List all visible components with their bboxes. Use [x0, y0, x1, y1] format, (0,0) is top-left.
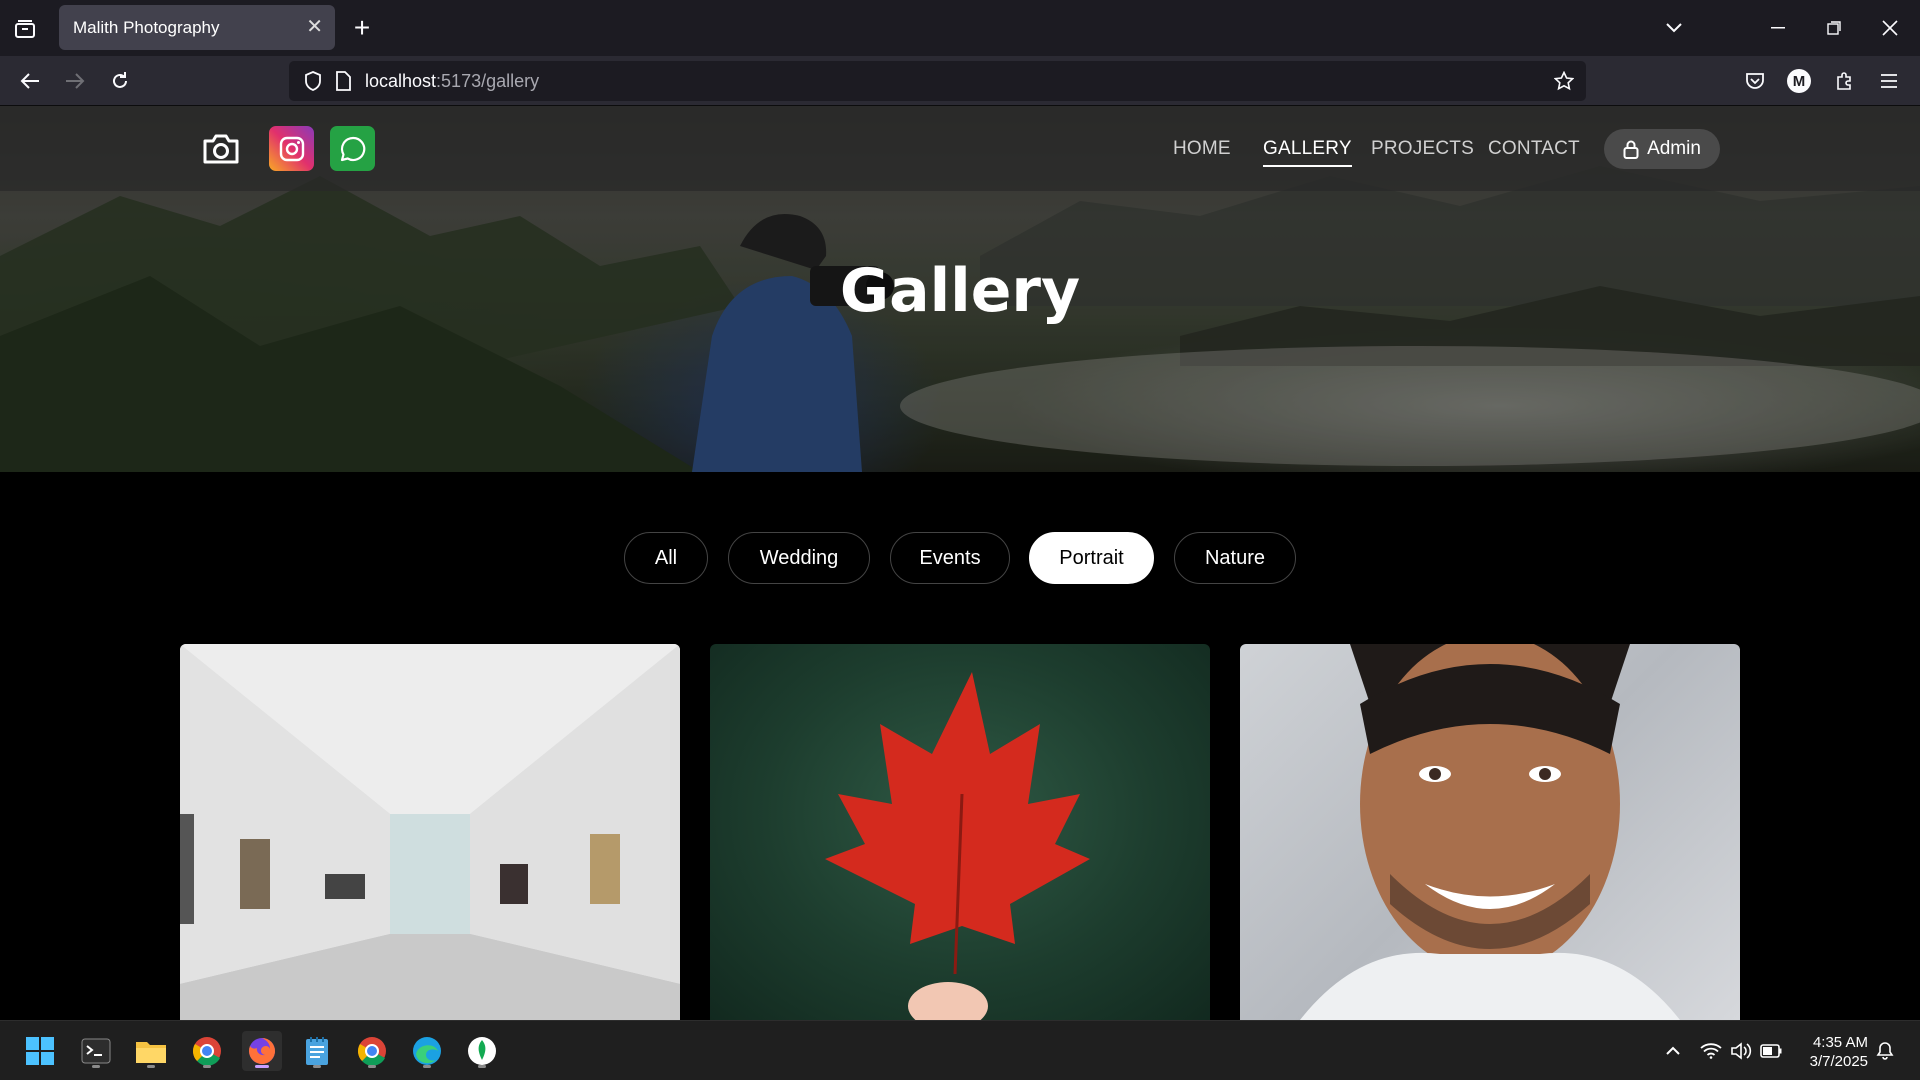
site-navbar: HOME GALLERY PROJECTS CONTACT Admin: [0, 106, 1920, 191]
close-tab-icon[interactable]: ✕: [306, 14, 323, 39]
nav-projects[interactable]: PROJECTS: [1371, 138, 1474, 160]
firefox-icon[interactable]: [242, 1031, 282, 1071]
nav-home[interactable]: HOME: [1173, 138, 1231, 160]
terminal-icon[interactable]: [76, 1031, 116, 1071]
menu-icon[interactable]: [1876, 68, 1902, 94]
new-tab-icon[interactable]: +: [348, 12, 376, 43]
gallery-image-maple-leaf[interactable]: [710, 644, 1210, 1020]
instagram-icon[interactable]: [269, 126, 314, 171]
whatsapp-icon[interactable]: [330, 126, 375, 171]
filter-nature[interactable]: Nature: [1174, 532, 1296, 584]
clock-date: 3/7/2025: [1809, 1053, 1868, 1070]
edge-icon[interactable]: [407, 1031, 447, 1071]
shield-icon[interactable]: [301, 69, 325, 93]
reload-icon[interactable]: [106, 67, 134, 95]
restore-icon[interactable]: [1820, 14, 1848, 42]
minimize-icon[interactable]: [1764, 14, 1792, 42]
pocket-icon[interactable]: [1742, 68, 1768, 94]
tray-overflow-icon[interactable]: [1656, 1031, 1690, 1071]
url-host: localhost: [365, 70, 437, 91]
hero-banner: Gallery HOME GALLERY PROJECTS CONTACT Ad…: [0, 106, 1920, 472]
chrome-icon[interactable]: [187, 1031, 227, 1071]
notifications-icon[interactable]: [1870, 1031, 1900, 1071]
web-page: Gallery HOME GALLERY PROJECTS CONTACT Ad…: [0, 106, 1920, 1020]
gallery-image-art-gallery[interactable]: [180, 644, 680, 1020]
profile-avatar[interactable]: M: [1787, 69, 1811, 93]
admin-label: Admin: [1647, 138, 1701, 159]
chrome-profile-icon[interactable]: [352, 1031, 392, 1071]
bookmark-star-icon[interactable]: [1552, 69, 1576, 93]
filter-all[interactable]: All: [624, 532, 708, 584]
gallery-image-portrait[interactable]: [1240, 644, 1740, 1020]
nav-contact[interactable]: CONTACT: [1488, 138, 1580, 160]
notepad-icon[interactable]: [297, 1031, 337, 1071]
filter-events[interactable]: Events: [890, 532, 1010, 584]
admin-button[interactable]: Admin: [1604, 129, 1720, 169]
tab-overview-icon[interactable]: [12, 16, 38, 42]
url-path: :5173/gallery: [436, 70, 540, 91]
camera-logo-icon[interactable]: [198, 126, 243, 171]
wifi-icon[interactable]: [1696, 1031, 1726, 1071]
browser-tab[interactable]: Malith Photography ✕: [59, 5, 335, 50]
hero-title: Gallery: [839, 256, 1081, 326]
system-clock[interactable]: 4:35 AM 3/7/2025: [1810, 1033, 1868, 1071]
browser-nav-bar: localhost:5173/gallery M: [0, 56, 1920, 106]
filter-portrait[interactable]: Portrait: [1029, 532, 1154, 584]
lock-icon: [1623, 140, 1639, 159]
battery-icon[interactable]: [1756, 1031, 1786, 1071]
windows-taskbar: 4:35 AM 3/7/2025: [0, 1020, 1920, 1080]
tab-title: Malith Photography: [73, 17, 220, 37]
maple-leaf-icon: [825, 672, 1090, 1020]
browser-tab-bar: Malith Photography ✕ +: [0, 0, 1920, 56]
portrait-illustration: [1300, 644, 1680, 1020]
extensions-icon[interactable]: [1832, 68, 1858, 94]
filter-wedding[interactable]: Wedding: [728, 532, 870, 584]
windows-start-icon[interactable]: [20, 1031, 60, 1071]
list-tabs-icon[interactable]: [1660, 14, 1688, 42]
nav-gallery[interactable]: GALLERY: [1263, 138, 1352, 167]
address-bar[interactable]: localhost:5173/gallery: [289, 61, 1586, 101]
page-icon[interactable]: [331, 69, 355, 93]
close-window-icon[interactable]: [1876, 14, 1904, 42]
back-icon[interactable]: [16, 67, 44, 95]
volume-icon[interactable]: [1726, 1031, 1756, 1071]
forward-icon[interactable]: [61, 67, 89, 95]
file-explorer-icon[interactable]: [131, 1031, 171, 1071]
gallery-interior-illustration: [180, 644, 680, 1020]
mongodb-compass-icon[interactable]: [462, 1031, 502, 1071]
clock-time: 4:35 AM: [1812, 1034, 1868, 1051]
